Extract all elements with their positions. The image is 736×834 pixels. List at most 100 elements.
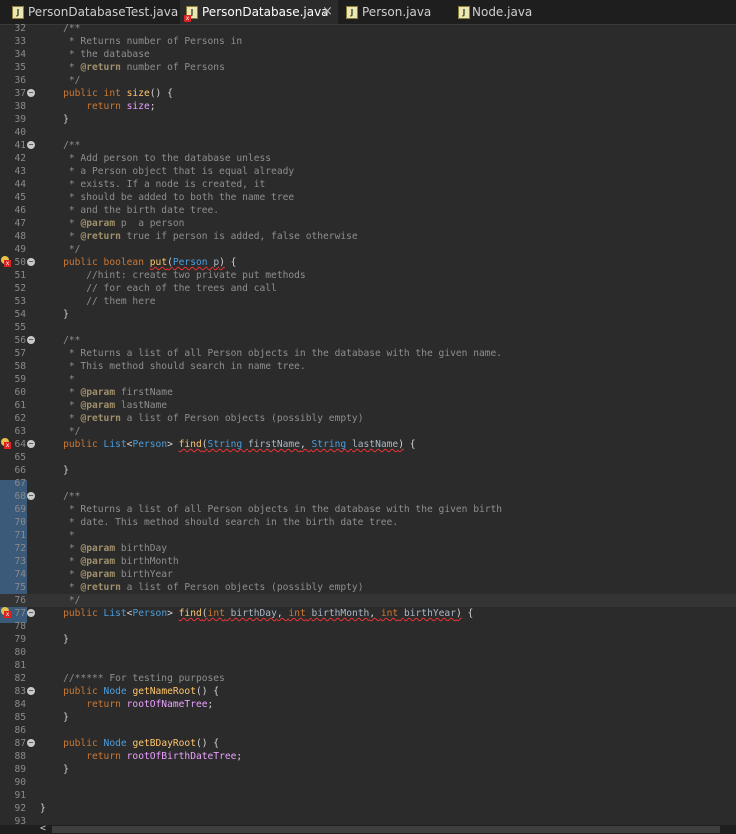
horizontal-scrollbar[interactable]: <: [0, 823, 736, 834]
code-line[interactable]: 90: [0, 776, 736, 789]
tab-person-database[interactable]: J x PersonDatabase.java ×: [180, 0, 338, 24]
error-quickfix-icon[interactable]: x: [1, 607, 11, 618]
code-line[interactable]: 40: [0, 126, 736, 139]
collapse-icon[interactable]: −: [27, 141, 35, 149]
code-line[interactable]: 56− /**: [0, 334, 736, 347]
code-line[interactable]: 87− public Node getBDayRoot() {: [0, 737, 736, 750]
code-line[interactable]: 92}: [0, 802, 736, 815]
code-line[interactable]: 74 * @param birthYear: [0, 568, 736, 581]
code-line[interactable]: 71 *: [0, 529, 736, 542]
code-line[interactable]: 58 * This method should search in name t…: [0, 360, 736, 373]
collapse-icon[interactable]: −: [27, 739, 35, 747]
java-file-icon: J: [458, 6, 470, 19]
code-line[interactable]: 76 */: [0, 594, 736, 607]
code-line[interactable]: 67: [0, 477, 736, 490]
code-line[interactable]: 79 }: [0, 633, 736, 646]
code-line[interactable]: 51 //hint: create two private put method…: [0, 269, 736, 282]
code-text: */: [40, 426, 81, 437]
code-line[interactable]: 38 return size;: [0, 100, 736, 113]
scroll-left-icon[interactable]: <: [40, 823, 46, 834]
code-line[interactable]: 36 */: [0, 74, 736, 87]
line-number: 46: [14, 205, 26, 216]
code-line[interactable]: 84 return rootOfNameTree;: [0, 698, 736, 711]
line-number: 79: [14, 634, 26, 645]
code-line[interactable]: 34 * the database: [0, 48, 736, 61]
collapse-icon[interactable]: −: [27, 609, 35, 617]
code-text: }: [40, 712, 69, 723]
line-number: 51: [14, 270, 26, 281]
line-number: 63: [14, 426, 26, 437]
code-line[interactable]: 91: [0, 789, 736, 802]
line-number: 54: [14, 309, 26, 320]
code-line[interactable]: 59 *: [0, 373, 736, 386]
code-line[interactable]: 66 }: [0, 464, 736, 477]
code-editor[interactable]: 32 /** 33 * Returns number of Persons in 3…: [0, 22, 736, 827]
code-text: }: [40, 114, 69, 125]
code-text: // for each of the trees and call: [86, 283, 277, 294]
code-line[interactable]: 73 * @param birthMonth: [0, 555, 736, 568]
code-line[interactable]: 72 * @param birthDay: [0, 542, 736, 555]
code-line[interactable]: 64− x public List<Person> find(String fir…: [0, 438, 736, 451]
code-line[interactable]: 35 * @return number of Persons: [0, 61, 736, 74]
line-number: 86: [14, 725, 26, 736]
error-quickfix-icon[interactable]: x: [1, 256, 11, 267]
code-line[interactable]: 55: [0, 321, 736, 334]
collapse-icon[interactable]: −: [27, 258, 35, 266]
scrollbar-thumb[interactable]: [52, 826, 720, 833]
line-number: 43: [14, 166, 26, 177]
code-line[interactable]: 63 */: [0, 425, 736, 438]
code-line[interactable]: 81: [0, 659, 736, 672]
code-line[interactable]: 62 * @return a list of Person objects (p…: [0, 412, 736, 425]
collapse-icon[interactable]: −: [27, 336, 35, 344]
collapse-icon[interactable]: −: [27, 492, 35, 500]
code-line[interactable]: 65: [0, 451, 736, 464]
code-line[interactable]: 78: [0, 620, 736, 633]
code-line[interactable]: 68− /**: [0, 490, 736, 503]
code-line[interactable]: 43 * a Person object that is equal alrea…: [0, 165, 736, 178]
code-line[interactable]: 50− x public boolean put(Person p) {: [0, 256, 736, 269]
error-quickfix-icon[interactable]: x: [1, 438, 11, 449]
collapse-icon[interactable]: −: [27, 89, 35, 97]
close-icon[interactable]: ×: [322, 0, 333, 24]
tab-person-database-test[interactable]: J PersonDatabaseTest.java: [0, 0, 180, 24]
code-text: * @return number of Persons: [40, 62, 225, 73]
code-line[interactable]: 33 * Returns number of Persons in: [0, 35, 736, 48]
code-line[interactable]: 89 }: [0, 763, 736, 776]
code-line[interactable]: 49 */: [0, 243, 736, 256]
tab-node[interactable]: J Node.java: [452, 0, 562, 24]
line-number: 78: [14, 621, 26, 632]
code-line[interactable]: 37− public int size() {: [0, 87, 736, 100]
code-line[interactable]: 39 }: [0, 113, 736, 126]
code-line[interactable]: 77− x public List<Person> find(int birthD…: [0, 607, 736, 620]
code-line[interactable]: 82 //***** For testing purposes: [0, 672, 736, 685]
code-line[interactable]: 86: [0, 724, 736, 737]
code-line[interactable]: 60 * @param firstName: [0, 386, 736, 399]
code-line[interactable]: 47 * @param p a person: [0, 217, 736, 230]
code-line[interactable]: 42 * Add person to the database unless: [0, 152, 736, 165]
line-number: 67: [14, 478, 26, 489]
code-line[interactable]: 70 * date. This method should search in …: [0, 516, 736, 529]
code-line[interactable]: 46 * and the birth date tree.: [0, 204, 736, 217]
code-line[interactable]: 75 * @return a list of Person objects (p…: [0, 581, 736, 594]
line-number: 76: [14, 595, 26, 606]
collapse-icon[interactable]: −: [27, 687, 35, 695]
code-line[interactable]: 48 * @return true if person is added, fa…: [0, 230, 736, 243]
code-line[interactable]: 88 return rootOfBirthDateTree;: [0, 750, 736, 763]
code-line[interactable]: 85 }: [0, 711, 736, 724]
code-line[interactable]: 53 // them here: [0, 295, 736, 308]
code-line[interactable]: 57 * Returns a list of all Person object…: [0, 347, 736, 360]
code-line[interactable]: 32 /**: [0, 22, 736, 35]
code-line[interactable]: 69 * Returns a list of all Person object…: [0, 503, 736, 516]
code-line[interactable]: 41− /**: [0, 139, 736, 152]
java-file-icon: J: [346, 6, 358, 19]
tab-person[interactable]: J Person.java: [340, 0, 450, 24]
code-line[interactable]: 54 }: [0, 308, 736, 321]
code-line[interactable]: 61 * @param lastName: [0, 399, 736, 412]
line-number: 89: [14, 764, 26, 775]
collapse-icon[interactable]: −: [27, 440, 35, 448]
code-line[interactable]: 44 * exists. If a node is created, it: [0, 178, 736, 191]
code-line[interactable]: 52 // for each of the trees and call: [0, 282, 736, 295]
code-line[interactable]: 83− public Node getNameRoot() {: [0, 685, 736, 698]
code-line[interactable]: 45 * should be added to both the name tr…: [0, 191, 736, 204]
code-line[interactable]: 80: [0, 646, 736, 659]
